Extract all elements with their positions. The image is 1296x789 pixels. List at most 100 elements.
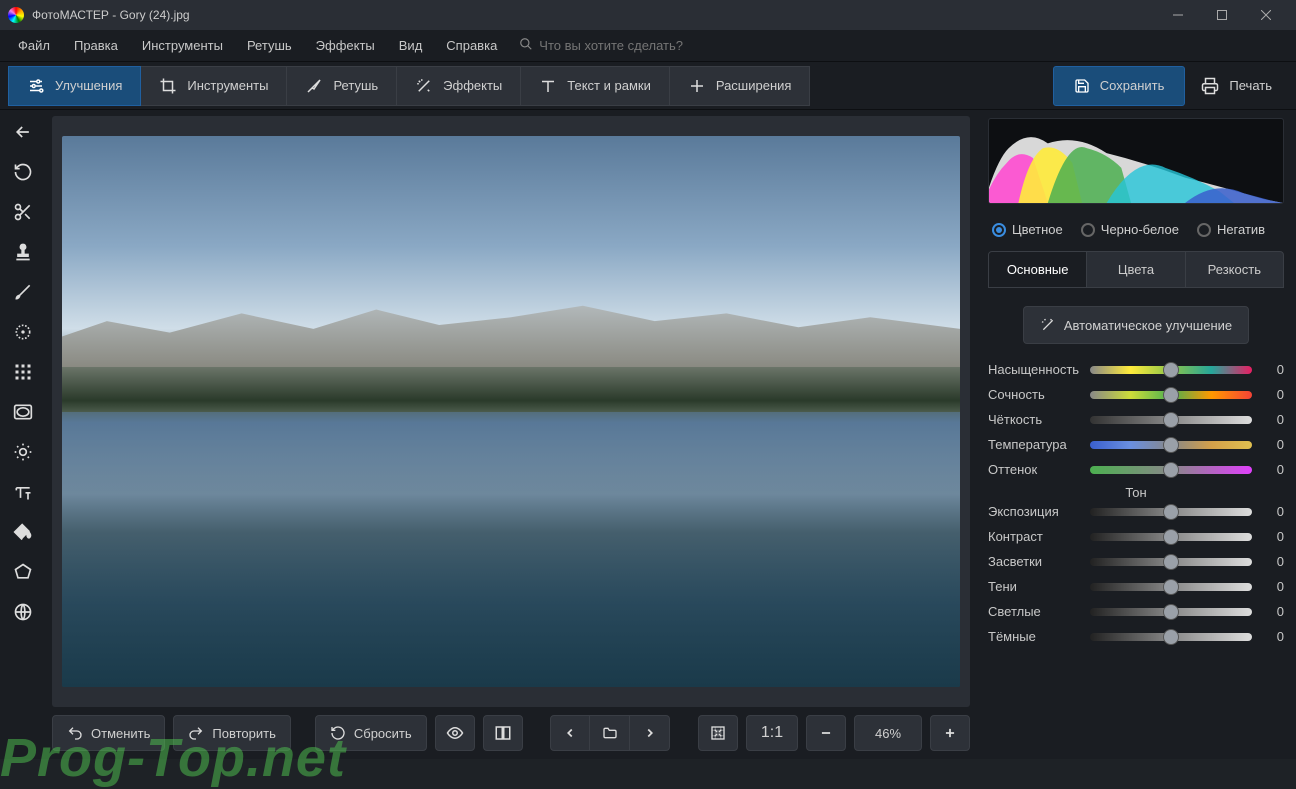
slider-thumb[interactable] (1163, 529, 1179, 545)
slider-row: Насыщенность0 (988, 362, 1284, 377)
zoom-in-button[interactable] (930, 715, 970, 751)
slider-value: 0 (1260, 554, 1284, 569)
next-button[interactable] (630, 715, 670, 751)
slider-label: Контраст (988, 529, 1082, 544)
preview-button[interactable] (435, 715, 475, 751)
tab-retouch[interactable]: Ретушь (287, 66, 397, 106)
slider-track[interactable] (1090, 366, 1252, 374)
slider-track[interactable] (1090, 633, 1252, 641)
radio-label: Черно-белое (1101, 222, 1179, 237)
chevron-left-icon (563, 726, 577, 740)
image-canvas[interactable] (52, 116, 970, 707)
slider-thumb[interactable] (1163, 412, 1179, 428)
zoom-value[interactable]: 46% (854, 715, 922, 751)
radio-dot-icon (992, 223, 1006, 237)
slider-track[interactable] (1090, 441, 1252, 449)
tone-sliders: Экспозиция0Контраст0Засветки0Тени0Светлы… (988, 504, 1284, 644)
tab-text[interactable]: Текст и рамки (521, 66, 670, 106)
ptab-sharp[interactable]: Резкость (1185, 252, 1283, 287)
ptab-colors[interactable]: Цвета (1086, 252, 1184, 287)
vignette-tool[interactable] (5, 394, 41, 430)
zoom-11-button[interactable]: 1:1 (746, 715, 798, 751)
save-icon (1074, 78, 1090, 94)
back-button[interactable] (5, 114, 41, 150)
bottom-bar: Отменить Повторить Сбросить 1:1 (52, 707, 970, 753)
slider-label: Засветки (988, 554, 1082, 569)
slider-thumb[interactable] (1163, 604, 1179, 620)
stamp-tool[interactable] (5, 234, 41, 270)
slider-label: Сочность (988, 387, 1082, 402)
tab-extensions[interactable]: Расширения (670, 66, 811, 106)
slider-track[interactable] (1090, 391, 1252, 399)
brush-tool[interactable] (5, 274, 41, 310)
slider-label: Светлые (988, 604, 1082, 619)
undo-button[interactable]: Отменить (52, 715, 165, 751)
menu-edit[interactable]: Правка (64, 34, 128, 57)
menu-file[interactable]: Файл (8, 34, 60, 57)
slider-thumb[interactable] (1163, 362, 1179, 378)
redo-button[interactable]: Повторить (173, 715, 290, 751)
slider-row: Тёмные0 (988, 629, 1284, 644)
auto-enhance-button[interactable]: Автоматическое улучшение (1023, 306, 1249, 344)
close-button[interactable] (1244, 0, 1288, 30)
slider-track[interactable] (1090, 508, 1252, 516)
toolbar: Улучшения Инструменты Ретушь Эффекты Тек… (0, 62, 1296, 110)
radio-color[interactable]: Цветное (992, 222, 1063, 237)
slider-thumb[interactable] (1163, 504, 1179, 520)
menu-retouch[interactable]: Ретушь (237, 34, 302, 57)
undo-label: Отменить (91, 726, 150, 741)
slider-row: Тени0 (988, 579, 1284, 594)
grid-tool[interactable] (5, 354, 41, 390)
shape-tool[interactable] (5, 554, 41, 590)
search-input[interactable] (539, 38, 779, 53)
reset-button[interactable]: Сбросить (315, 715, 427, 751)
arrow-left-icon (13, 122, 33, 142)
tab-enhance[interactable]: Улучшения (8, 66, 141, 106)
folder-icon (602, 725, 618, 741)
slider-track[interactable] (1090, 416, 1252, 424)
minus-icon (819, 726, 833, 740)
radial-tool[interactable] (5, 314, 41, 350)
rotate-tool[interactable] (5, 154, 41, 190)
search-wrapper (519, 37, 779, 54)
slider-thumb[interactable] (1163, 462, 1179, 478)
radio-bw[interactable]: Черно-белое (1081, 222, 1179, 237)
save-button[interactable]: Сохранить (1053, 66, 1186, 106)
menu-help[interactable]: Справка (436, 34, 507, 57)
auto-box: Автоматическое улучшение (988, 288, 1284, 362)
exposure-tool[interactable] (5, 434, 41, 470)
slider-track[interactable] (1090, 558, 1252, 566)
minimize-button[interactable] (1156, 0, 1200, 30)
slider-thumb[interactable] (1163, 387, 1179, 403)
slider-thumb[interactable] (1163, 579, 1179, 595)
slider-value: 0 (1260, 604, 1284, 619)
text-tool[interactable] (5, 474, 41, 510)
print-icon (1201, 77, 1219, 95)
menu-view[interactable]: Вид (389, 34, 433, 57)
zoom-out-button[interactable] (806, 715, 846, 751)
slider-thumb[interactable] (1163, 437, 1179, 453)
fit-button[interactable] (698, 715, 738, 751)
prev-button[interactable] (550, 715, 590, 751)
slider-track[interactable] (1090, 608, 1252, 616)
ptab-basic[interactable]: Основные (989, 252, 1086, 287)
menu-tools[interactable]: Инструменты (132, 34, 233, 57)
open-button[interactable] (590, 715, 630, 751)
slider-track[interactable] (1090, 533, 1252, 541)
slider-thumb[interactable] (1163, 629, 1179, 645)
menu-effects[interactable]: Эффекты (306, 34, 385, 57)
compare-button[interactable] (483, 715, 523, 751)
sliders-icon (27, 77, 45, 95)
radio-negative[interactable]: Негатив (1197, 222, 1265, 237)
slider-track[interactable] (1090, 466, 1252, 474)
cut-tool[interactable] (5, 194, 41, 230)
tab-tools[interactable]: Инструменты (141, 66, 287, 106)
maximize-button[interactable] (1200, 0, 1244, 30)
slider-thumb[interactable] (1163, 554, 1179, 570)
globe-tool[interactable] (5, 594, 41, 630)
print-button[interactable]: Печать (1185, 66, 1288, 106)
fill-tool[interactable] (5, 514, 41, 550)
scissors-icon (13, 202, 33, 222)
tab-effects[interactable]: Эффекты (397, 66, 521, 106)
slider-track[interactable] (1090, 583, 1252, 591)
